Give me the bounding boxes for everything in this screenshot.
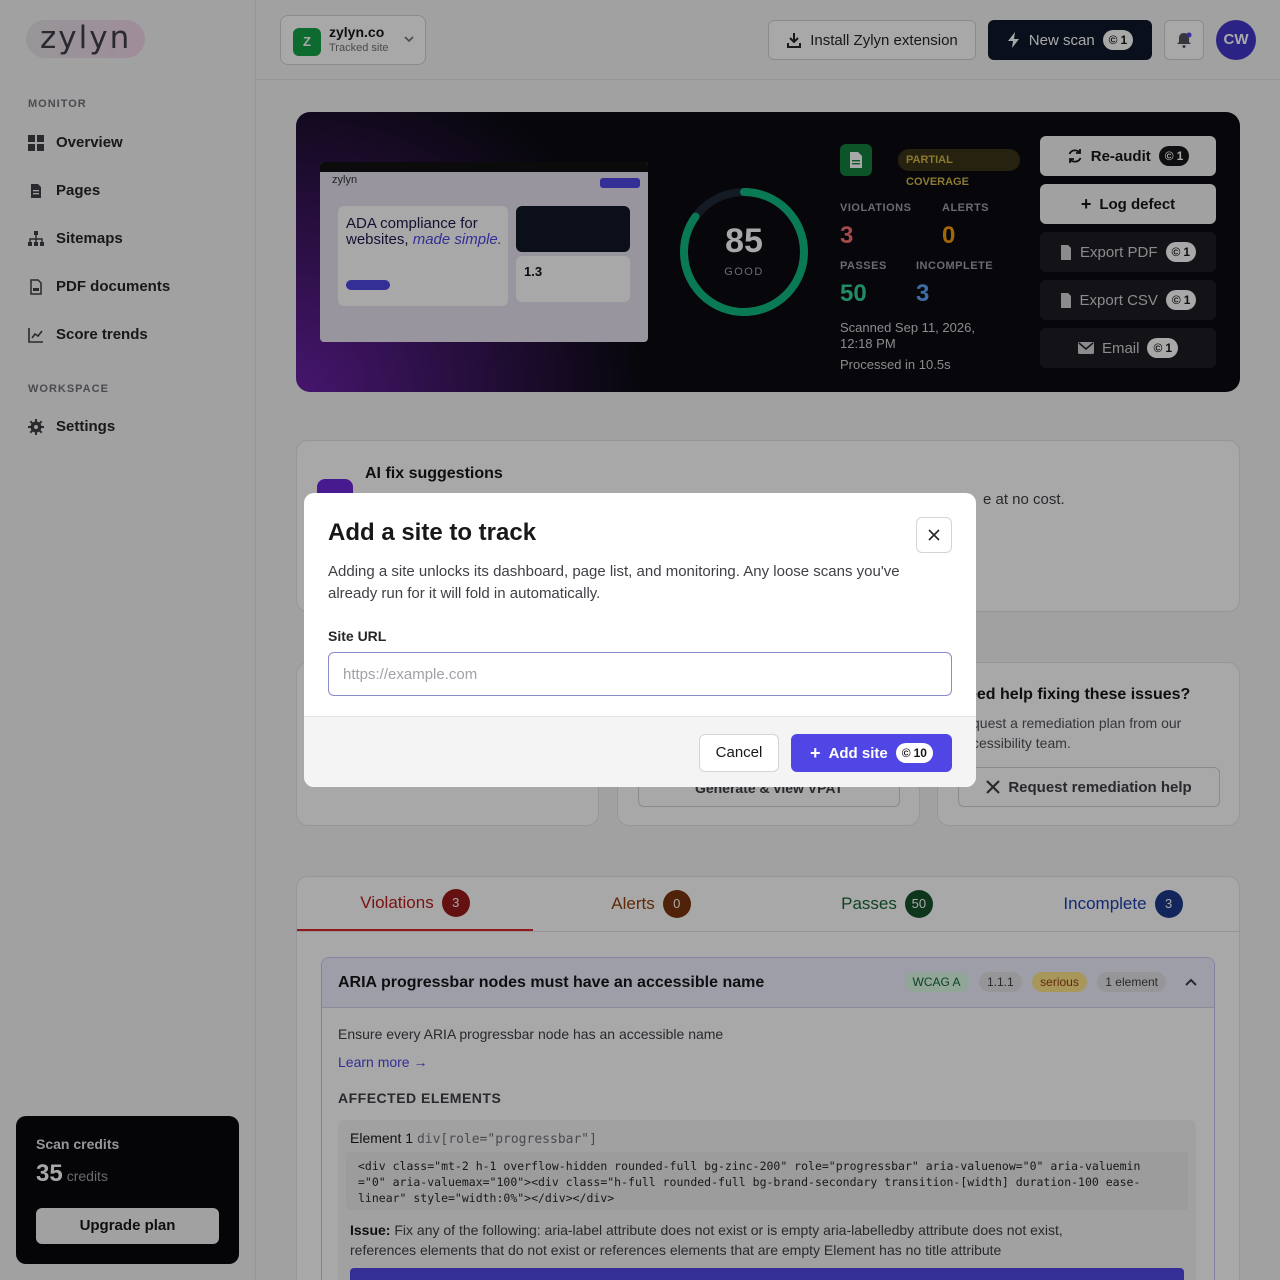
plus-icon: + [810,742,821,763]
add-site-button[interactable]: + Add site © 10 [791,734,952,772]
site-url-input[interactable] [328,652,952,696]
copyright-icon: © [901,746,911,760]
close-button[interactable] [916,517,952,553]
site-url-label: Site URL [328,628,387,644]
cancel-button[interactable]: Cancel [699,734,779,772]
add-site-dialog: Add a site to track Adding a site unlock… [304,493,976,787]
dialog-description: Adding a site unlocks its dashboard, pag… [328,563,900,602]
credit-cost-badge: © 10 [895,743,933,763]
cost-value: 10 [913,746,927,760]
dialog-title: Add a site to track [328,519,537,546]
dialog-footer: Cancel + Add site © 10 [304,716,976,787]
close-icon [928,529,940,541]
add-site-label: Add site [828,744,888,762]
